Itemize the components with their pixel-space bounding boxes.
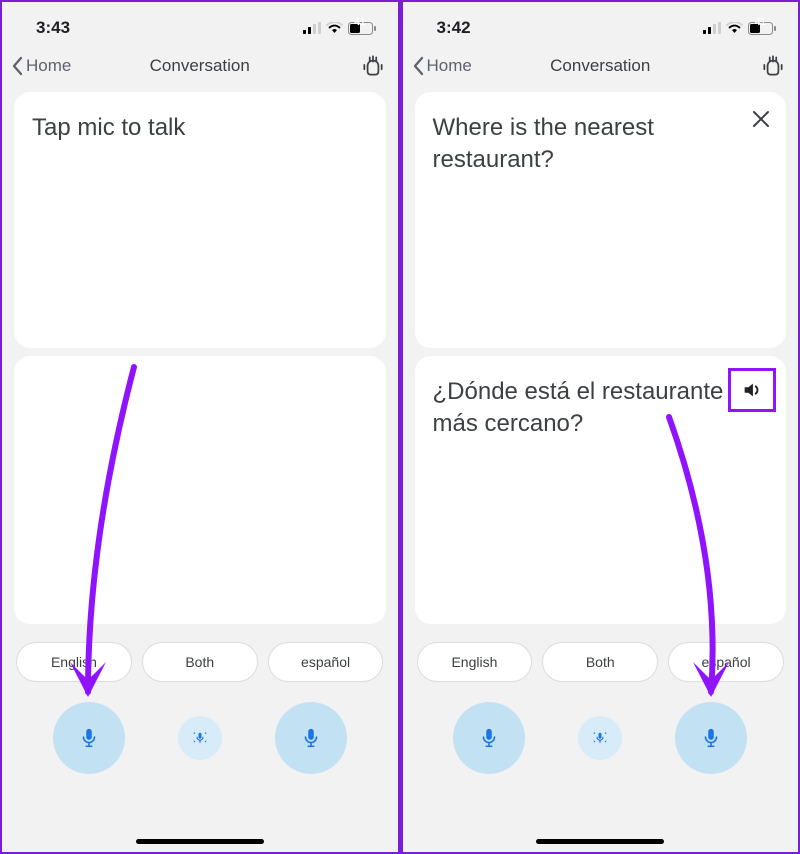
nav-bar: Home Conversation (2, 46, 398, 86)
source-text: Where is the nearest restaurant? (433, 112, 769, 177)
microphone-icon (700, 727, 722, 749)
translation-text: ¿Dónde está el restaurante más cercano? (433, 376, 769, 441)
home-indicator (536, 839, 664, 844)
clear-text-button[interactable] (752, 110, 770, 128)
status-icons: 41 (703, 22, 776, 35)
mic-auto-button[interactable] (178, 716, 222, 760)
microphone-icon (300, 727, 322, 749)
translation-card[interactable] (14, 356, 386, 624)
home-indicator (136, 839, 264, 844)
status-time: 3:42 (437, 18, 471, 38)
chevron-left-icon (411, 56, 425, 76)
mic-row (2, 682, 398, 774)
speaker-button-highlighted[interactable] (728, 368, 776, 412)
mic-auto-button[interactable] (578, 716, 622, 760)
mic-target-button[interactable] (675, 702, 747, 774)
battery-percent: 41 (755, 17, 766, 28)
phone-left: 3:43 41 Home Conversation Tap mic to tal… (2, 2, 398, 852)
source-text-card[interactable]: Tap mic to talk (14, 92, 386, 348)
back-label: Home (26, 56, 71, 76)
signal-icon (703, 22, 721, 34)
close-icon (752, 110, 770, 128)
face-to-face-icon[interactable] (360, 53, 386, 79)
mic-source-button[interactable] (53, 702, 125, 774)
signal-icon (303, 22, 321, 34)
chevron-left-icon (10, 56, 24, 76)
microphone-icon (478, 727, 500, 749)
mic-row (403, 682, 799, 774)
translation-card[interactable]: ¿Dónde está el restaurante más cercano? (415, 356, 787, 624)
chip-source-lang[interactable]: English (417, 642, 533, 682)
status-bar: 3:43 41 (2, 2, 398, 46)
speaker-icon (741, 379, 763, 401)
mic-target-button[interactable] (275, 702, 347, 774)
back-button[interactable]: Home (10, 56, 71, 76)
language-chips: English Both español (2, 624, 398, 682)
chip-target-lang[interactable]: español (668, 642, 784, 682)
wifi-icon (726, 22, 743, 34)
source-text-card[interactable]: Where is the nearest restaurant? (415, 92, 787, 348)
battery-percent: 41 (354, 17, 365, 28)
back-button[interactable]: Home (411, 56, 472, 76)
phone-right: 3:42 41 Home Conversation Where is the n… (403, 2, 799, 852)
language-chips: English Both español (403, 624, 799, 682)
chip-source-lang[interactable]: English (16, 642, 132, 682)
microphone-auto-icon (191, 729, 209, 747)
status-time: 3:43 (36, 18, 70, 38)
microphone-auto-icon (591, 729, 609, 747)
wifi-icon (326, 22, 343, 34)
microphone-icon (78, 727, 100, 749)
source-text: Tap mic to talk (32, 112, 368, 144)
chip-both[interactable]: Both (542, 642, 658, 682)
chip-both[interactable]: Both (142, 642, 258, 682)
back-label: Home (427, 56, 472, 76)
status-icons: 41 (303, 22, 376, 35)
mic-source-button[interactable] (453, 702, 525, 774)
face-to-face-icon[interactable] (760, 53, 786, 79)
status-bar: 3:42 41 (403, 2, 799, 46)
nav-bar: Home Conversation (403, 46, 799, 86)
chip-target-lang[interactable]: español (268, 642, 384, 682)
